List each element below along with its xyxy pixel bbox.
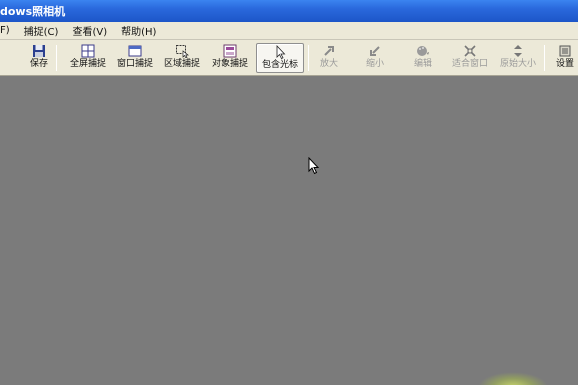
capture-canvas[interactable]	[0, 76, 578, 385]
object-capture-button[interactable]: 对象捕捉	[208, 43, 252, 73]
original-size-icon	[514, 45, 522, 57]
floppy-disk-icon	[33, 45, 45, 57]
edit-palette-icon	[417, 46, 429, 56]
object-icon	[223, 44, 237, 58]
window-capture-label: 窗口捕捉	[116, 59, 153, 69]
original-size-label: 原始大小	[499, 59, 536, 69]
zoom-in-label: 放大	[319, 59, 338, 69]
zoom-out-button[interactable]: 缩小	[362, 43, 388, 73]
menu-bar: F) 捕捉(C) 查看(V) 帮助(H)	[0, 22, 578, 40]
save-button[interactable]: 保存	[28, 43, 50, 73]
zoom-out-icon	[370, 46, 380, 56]
menu-capture[interactable]: 捕捉(C)	[17, 23, 66, 38]
toolbar-separator	[544, 45, 545, 71]
toolbar-separator	[56, 45, 57, 71]
settings-label: 设置	[555, 59, 574, 69]
toolbar: 保存 全屏捕捉 窗口捕捉 区域捕捉 对象捕捉 包含光标 放大 缩小 编辑 适合窗…	[0, 40, 578, 76]
window-capture-button[interactable]: 窗口捕捉	[114, 43, 156, 73]
window-icon	[128, 45, 142, 57]
menu-file[interactable]: F)	[0, 25, 17, 36]
full-screen-icon	[81, 44, 95, 58]
toolbar-separator	[308, 45, 309, 71]
edit-button[interactable]: 编辑	[408, 43, 438, 73]
menu-help[interactable]: 帮助(H)	[114, 23, 163, 38]
edit-label: 编辑	[413, 59, 432, 69]
settings-button[interactable]: 设置	[554, 43, 576, 73]
full-screen-label: 全屏捕捉	[69, 59, 106, 69]
object-capture-label: 对象捕捉	[211, 59, 248, 69]
cursor-arrow-icon	[276, 45, 286, 59]
mouse-cursor-icon	[308, 157, 320, 175]
zoom-in-button[interactable]: 放大	[316, 43, 342, 73]
region-select-icon	[176, 45, 189, 58]
settings-gear-icon	[559, 45, 571, 57]
title-bar[interactable]: dows照相机	[0, 0, 578, 22]
fit-window-button[interactable]: 适合窗口	[448, 43, 492, 73]
include-cursor-label: 包含光标	[261, 60, 298, 70]
zoom-out-label: 缩小	[365, 59, 384, 69]
fit-window-icon	[464, 45, 476, 57]
region-capture-label: 区域捕捉	[163, 59, 200, 69]
zoom-in-icon	[324, 46, 334, 56]
region-capture-button[interactable]: 区域捕捉	[160, 43, 204, 73]
window-title: dows照相机	[0, 5, 66, 18]
include-cursor-toggle[interactable]: 包含光标	[256, 43, 304, 73]
menu-view[interactable]: 查看(V)	[65, 23, 114, 38]
full-screen-capture-button[interactable]: 全屏捕捉	[66, 43, 110, 73]
fit-window-label: 适合窗口	[451, 59, 488, 69]
original-size-button[interactable]: 原始大小	[496, 43, 540, 73]
save-label: 保存	[29, 59, 48, 69]
